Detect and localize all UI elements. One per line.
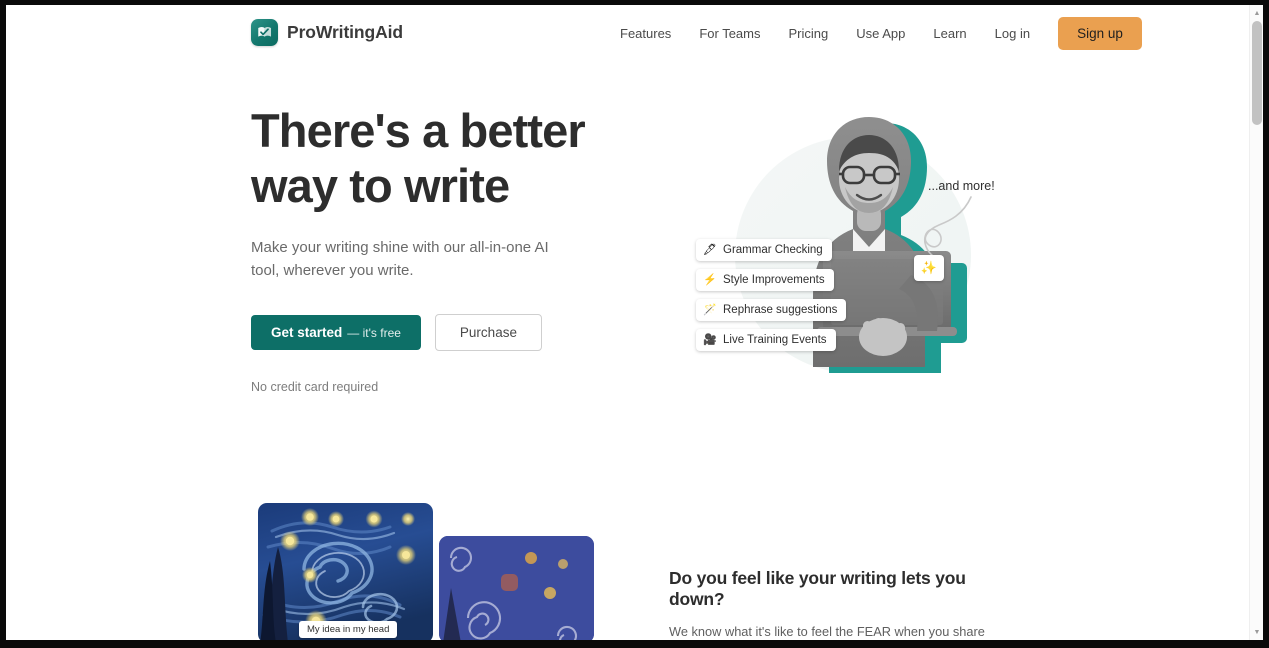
sparkle-badge: ✨ [914, 255, 944, 281]
hero-title-line-2: way to write [251, 159, 510, 213]
feature-chip-grammar-checking[interactable]: 🖋 Grammar Checking [696, 239, 832, 261]
browser-window-frame: ProWritingAid Features For Teams Pricing… [0, 0, 1269, 648]
nav-link-features[interactable]: Features [606, 26, 685, 41]
sparkles-icon: ✨ [920, 260, 938, 275]
pen-icon: 🖋 [703, 243, 717, 256]
browser-viewport: ProWritingAid Features For Teams Pricing… [6, 5, 1263, 640]
scrollbar-thumb[interactable] [1252, 21, 1262, 125]
feature-chip-live-training-events[interactable]: 🎥 Live Training Events [696, 329, 836, 351]
purchase-button[interactable]: Purchase [434, 314, 542, 352]
starry-night-graphic [258, 503, 433, 640]
and-more-annotation: ...and more! [928, 179, 995, 193]
no-credit-card-note: No credit card required [251, 380, 379, 395]
doodle-painting-panel [439, 536, 594, 640]
starry-night-panel [258, 503, 433, 640]
logo-wordmark: ProWritingAid [287, 22, 404, 42]
section-heading: Do you feel like your writing lets you d… [669, 568, 966, 609]
magic-wand-icon: 🪄 [703, 303, 717, 316]
feature-chip-label: Style Improvements [723, 274, 825, 286]
hero-illustration: ...and more! ✨ 🖋 Grammar Checking ⚡ Styl… [671, 105, 1016, 395]
doodle-painting-graphic [439, 536, 594, 640]
feature-chip-style-improvements[interactable]: ⚡ Style Improvements [696, 269, 834, 291]
feature-chip-label: Rephrase suggestions [723, 304, 838, 316]
get-started-sublabel: — it's free [347, 326, 401, 341]
feature-chip-rephrase-suggestions[interactable]: 🪄 Rephrase suggestions [696, 299, 847, 321]
feature-chip-label: Grammar Checking [723, 244, 823, 256]
vertical-scrollbar[interactable]: ▲ ▼ [1249, 5, 1263, 640]
webpage-content: ProWritingAid Features For Teams Pricing… [6, 5, 1249, 640]
site-logo[interactable]: ProWritingAid [251, 19, 403, 46]
lightning-icon: ⚡ [703, 273, 717, 286]
section-paragraph: We know what it's like to feel the FEAR … [669, 624, 985, 639]
nav-link-learn[interactable]: Learn [919, 26, 980, 41]
section-copy-block: Do you feel like your writing lets you d… [669, 568, 1014, 640]
hero-title-line-1: There's a better [251, 104, 586, 157]
comparison-images: My idea in my head [251, 503, 601, 640]
nav-link-for-teams[interactable]: For Teams [685, 26, 774, 41]
feature-chip-label: Live Training Events [723, 334, 827, 346]
scroll-down-arrow-icon[interactable]: ▼ [1250, 625, 1263, 639]
scroll-up-arrow-icon[interactable]: ▲ [1250, 6, 1263, 20]
site-header: ProWritingAid Features For Teams Pricing… [6, 5, 1249, 61]
get-started-button[interactable]: Get started — it's free [251, 315, 421, 351]
nav-link-use-app[interactable]: Use App [842, 26, 919, 41]
hero-subtitle: Make your writing shine with our all-in-… [251, 238, 549, 280]
nav-link-log-in[interactable]: Log in [981, 26, 1044, 41]
hero-text-column: There's a better way to write Make your … [251, 103, 611, 394]
sign-up-button[interactable]: Sign up [1058, 16, 1142, 50]
video-camera-icon: 🎥 [703, 333, 717, 346]
get-started-label: Get started [271, 325, 343, 341]
main-navigation: Features For Teams Pricing Use App Learn… [606, 5, 1142, 61]
image-caption-badge: My idea in my head [299, 621, 398, 638]
book-check-icon [251, 19, 278, 46]
page-title: There's a better way to write [251, 103, 611, 214]
hero-cta-group: Get started — it's free Purchase [251, 314, 611, 352]
nav-link-pricing[interactable]: Pricing [774, 26, 842, 41]
